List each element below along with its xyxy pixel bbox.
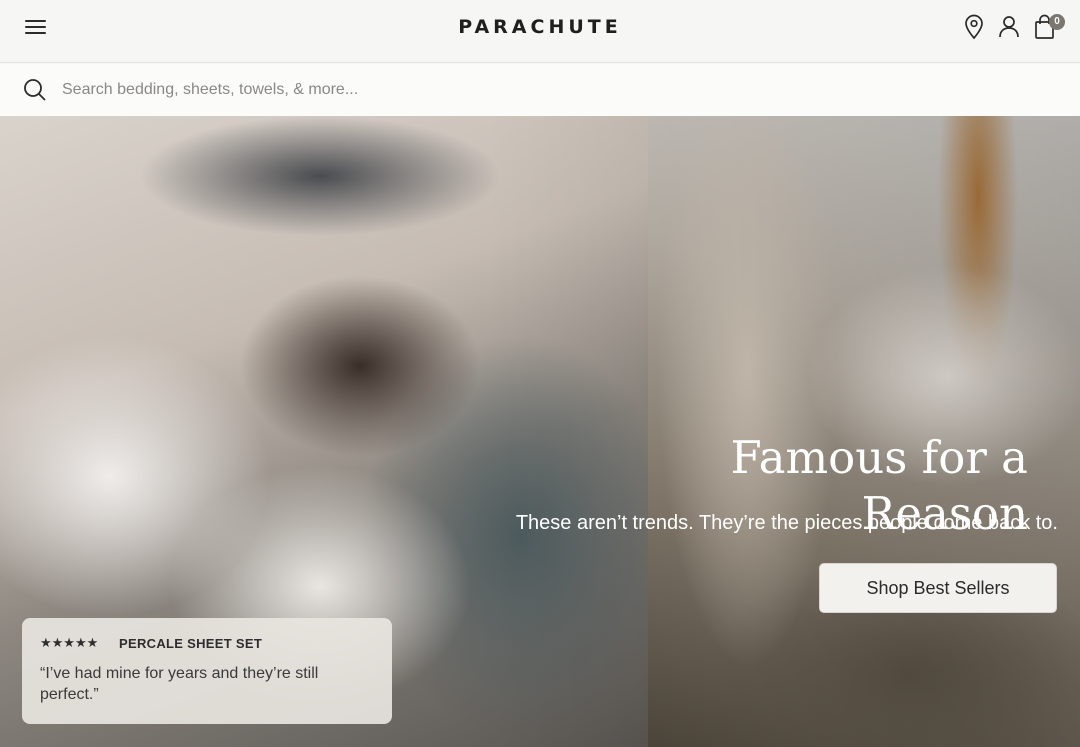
- review-product-name: PERCALE SHEET SET: [119, 636, 263, 651]
- site-header: PARACHUTE 0: [0, 0, 1080, 63]
- search-bar: [0, 64, 1080, 116]
- review-quote: “I’ve had mine for years and they’re sti…: [40, 665, 319, 703]
- hero-banner: Famous for a Reason These aren’t trends.…: [0, 116, 1080, 747]
- search-input[interactable]: [56, 76, 1056, 104]
- brand-logo[interactable]: PARACHUTE: [0, 14, 1080, 40]
- hero-subtitle: These aren’t trends. They’re the pieces …: [515, 512, 1058, 534]
- star-rating: ★★★★★: [40, 636, 99, 651]
- review-card[interactable]: ★★★★★ PERCALE SHEET SET “I’ve had mine f…: [22, 618, 392, 724]
- account-icon[interactable]: [997, 14, 1021, 40]
- search-icon[interactable]: [23, 78, 47, 102]
- location-pin-icon[interactable]: [962, 14, 986, 40]
- shop-best-sellers-button[interactable]: Shop Best Sellers: [819, 563, 1057, 613]
- cart-count-badge: 0: [1049, 14, 1065, 30]
